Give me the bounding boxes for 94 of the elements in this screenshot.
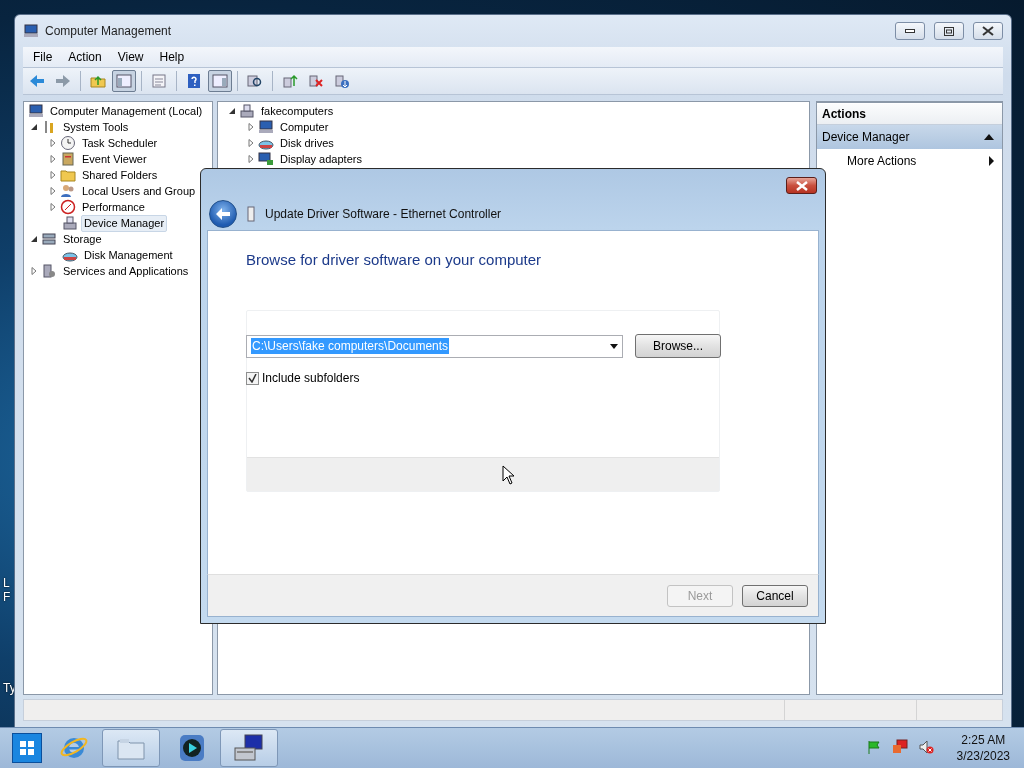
add-hardware-icon (334, 73, 350, 89)
tree-item[interactable]: Storage (60, 230, 105, 248)
close-button[interactable] (973, 22, 1003, 40)
menu-item[interactable]: View (109, 50, 152, 64)
folder-icon (60, 167, 76, 183)
help-icon (186, 73, 202, 89)
tray-button[interactable] (916, 739, 935, 757)
network-icon (891, 739, 908, 755)
folder-up-icon (90, 73, 106, 89)
clock-date[interactable]: 3/23/2023 (956, 748, 1010, 764)
collapsed-triangle-icon[interactable] (49, 139, 57, 147)
dropdown-caret-icon (610, 343, 618, 349)
dialog-button[interactable]: Cancel (742, 584, 808, 607)
back-button[interactable] (209, 200, 237, 228)
tree-item[interactable]: Shared Folders (79, 166, 161, 184)
storage-icon (41, 231, 57, 247)
close-button[interactable] (786, 177, 817, 194)
tree-item[interactable]: Local Users and Group (79, 182, 199, 200)
action-link[interactable]: More Actions (847, 154, 917, 168)
minimize-icon (905, 29, 915, 33)
tree-item[interactable]: Disk Management (81, 246, 176, 264)
tree-item[interactable]: Computer Management (Local) (47, 102, 206, 120)
collapsed-triangle-icon[interactable] (247, 123, 255, 131)
computer-icon (28, 103, 44, 119)
expanded-triangle-icon[interactable] (30, 235, 38, 243)
tree-item[interactable]: Computer (277, 118, 332, 136)
windows-logo-icon (19, 740, 35, 756)
properties-icon (151, 73, 167, 89)
collapsed-triangle-icon[interactable] (247, 155, 255, 163)
actions-title: Actions (817, 104, 1002, 125)
mouse-cursor-icon (502, 465, 515, 485)
computer-icon (258, 119, 274, 135)
users-icon (60, 183, 76, 199)
restore-icon (944, 26, 954, 36)
tree-item[interactable]: fakecomputers (258, 102, 337, 120)
device-icon (62, 215, 78, 231)
submenu-arrow-icon (989, 156, 994, 166)
actions-section-header[interactable]: Device Manager (817, 125, 1002, 149)
start-button[interactable] (12, 733, 42, 763)
collapsed-triangle-icon[interactable] (49, 155, 57, 163)
update-driver-icon (282, 73, 298, 89)
dialog-title: Update Driver Software - Ethernet Controller (265, 207, 502, 221)
menu-item[interactable]: Action (60, 50, 110, 64)
tree-item[interactable]: Disk drives (277, 134, 337, 152)
expanded-triangle-icon[interactable] (30, 123, 38, 131)
checkbox-label[interactable]: Include subfolders (262, 371, 360, 385)
restore-button[interactable] (934, 22, 964, 40)
gauge-icon (60, 199, 76, 215)
media-player-icon (177, 733, 207, 763)
forward-arrow-icon (55, 73, 71, 89)
page-heading: Browse for driver software on your computer (246, 251, 543, 270)
computer-icon (23, 23, 39, 39)
services-icon (41, 263, 57, 279)
flag-icon (865, 739, 882, 755)
window-title: Computer Management (45, 24, 173, 38)
menu-item[interactable]: File (25, 50, 61, 64)
collapsed-triangle-icon[interactable] (247, 139, 255, 147)
clock-icon (60, 135, 76, 151)
check-icon (248, 373, 257, 383)
expanded-triangle-icon[interactable] (228, 107, 236, 115)
browse-button[interactable]: Browse... (635, 334, 721, 358)
tree-item[interactable]: System Tools (60, 118, 132, 136)
network-adapter-icon (247, 206, 255, 222)
desktop-icon-label[interactable]: F (3, 590, 11, 604)
tree-item[interactable]: Performance (79, 198, 148, 216)
device-icon (239, 103, 255, 119)
close-icon (982, 26, 994, 36)
section-label: Device Manager (822, 130, 910, 144)
collapsed-triangle-icon[interactable] (49, 187, 57, 195)
back-arrow-icon (29, 73, 45, 89)
clock-time[interactable]: 2:25 AM (961, 732, 1006, 748)
back-arrow-icon (215, 207, 231, 221)
computer-management-icon (233, 733, 265, 763)
display-icon (258, 151, 274, 167)
console-tree-icon (116, 73, 132, 89)
tree-item[interactable]: Event Viewer (79, 150, 150, 168)
tree-item[interactable]: Services and Applications (60, 262, 192, 280)
collapsed-triangle-icon[interactable] (49, 203, 57, 211)
checkbox[interactable] (246, 371, 259, 385)
tree-item[interactable]: Task Scheduler (79, 134, 161, 152)
desktop-icon-label[interactable]: L (3, 576, 10, 590)
taskbar-app-button[interactable] (220, 729, 278, 767)
minimize-button[interactable] (895, 22, 925, 40)
action-pane-icon (212, 73, 228, 89)
tree-item[interactable]: Display adapters (277, 150, 365, 168)
speaker-muted-icon (917, 739, 934, 755)
uninstall-icon (308, 73, 324, 89)
tree-item[interactable]: Device Manager (81, 214, 168, 232)
menu-item[interactable]: Help (151, 50, 193, 64)
collapsed-triangle-icon[interactable] (30, 267, 38, 275)
log-icon (60, 151, 76, 167)
close-icon (795, 180, 808, 191)
scan-hardware-icon (247, 73, 263, 89)
collapsed-triangle-icon[interactable] (49, 171, 57, 179)
